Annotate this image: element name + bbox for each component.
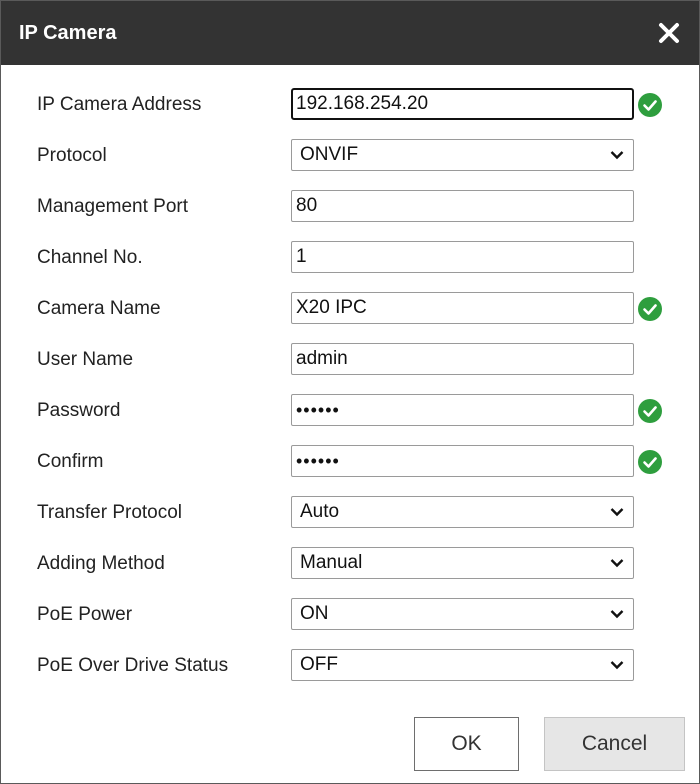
ip-address-row: IP Camera Address bbox=[1, 88, 699, 122]
chevron-down-icon bbox=[610, 559, 624, 568]
close-button[interactable] bbox=[651, 15, 687, 51]
protocol-label: Protocol bbox=[37, 145, 107, 166]
channel-no-label: Channel No. bbox=[37, 247, 143, 268]
transfer-protocol-row: Transfer Protocol Auto bbox=[1, 496, 699, 530]
adding-method-select[interactable]: Manual bbox=[291, 547, 634, 579]
password-row: Password bbox=[1, 394, 699, 428]
poe-over-drive-label: PoE Over Drive Status bbox=[37, 655, 229, 676]
ip-address-input[interactable] bbox=[291, 88, 634, 120]
poe-over-drive-value: OFF bbox=[300, 654, 338, 675]
poe-over-drive-select[interactable]: OFF bbox=[291, 649, 634, 681]
chevron-down-icon bbox=[610, 610, 624, 619]
cancel-button[interactable]: Cancel bbox=[544, 717, 685, 771]
transfer-protocol-value: Auto bbox=[300, 501, 340, 522]
camera-name-label: Camera Name bbox=[37, 298, 161, 319]
confirm-password-input[interactable] bbox=[291, 445, 634, 477]
poe-power-value: ON bbox=[300, 603, 329, 624]
management-port-label: Management Port bbox=[37, 196, 189, 217]
channel-no-row: Channel No. bbox=[1, 241, 699, 275]
management-port-row: Management Port bbox=[1, 190, 699, 224]
protocol-select[interactable]: ONVIF bbox=[291, 139, 634, 171]
check-circle-icon bbox=[638, 450, 662, 474]
channel-no-input[interactable] bbox=[291, 241, 634, 273]
confirm-label: Confirm bbox=[37, 451, 104, 472]
poe-over-drive-row: PoE Over Drive Status OFF bbox=[1, 649, 699, 683]
password-label: Password bbox=[37, 400, 121, 421]
dialog-titlebar: IP Camera bbox=[1, 1, 699, 65]
camera-name-row: Camera Name bbox=[1, 292, 699, 326]
chevron-down-icon bbox=[610, 151, 624, 160]
chevron-down-icon bbox=[610, 508, 624, 517]
protocol-value: ONVIF bbox=[300, 144, 359, 165]
user-name-input[interactable] bbox=[291, 343, 634, 375]
password-input[interactable] bbox=[291, 394, 634, 426]
check-circle-icon bbox=[638, 399, 662, 423]
transfer-protocol-select[interactable]: Auto bbox=[291, 496, 634, 528]
chevron-down-icon bbox=[610, 661, 624, 670]
poe-power-select[interactable]: ON bbox=[291, 598, 634, 630]
dialog-title: IP Camera bbox=[19, 22, 117, 44]
adding-method-value: Manual bbox=[300, 552, 363, 573]
poe-power-row: PoE Power ON bbox=[1, 598, 699, 632]
check-circle-icon bbox=[638, 93, 662, 117]
user-name-label: User Name bbox=[37, 349, 134, 370]
adding-method-label: Adding Method bbox=[37, 553, 165, 574]
transfer-protocol-label: Transfer Protocol bbox=[37, 502, 183, 523]
close-icon bbox=[659, 23, 679, 43]
camera-name-input[interactable] bbox=[291, 292, 634, 324]
adding-method-row: Adding Method Manual bbox=[1, 547, 699, 581]
protocol-row: Protocol ONVIF bbox=[1, 139, 699, 173]
ok-button[interactable]: OK bbox=[414, 717, 519, 771]
ip-address-label: IP Camera Address bbox=[37, 94, 202, 115]
check-circle-icon bbox=[638, 297, 662, 321]
user-name-row: User Name bbox=[1, 343, 699, 377]
confirm-row: Confirm bbox=[1, 445, 699, 479]
poe-power-label: PoE Power bbox=[37, 604, 133, 625]
management-port-input[interactable] bbox=[291, 190, 634, 222]
ip-camera-dialog: IP Camera IP Camera Address Protocol ONV… bbox=[0, 0, 700, 784]
